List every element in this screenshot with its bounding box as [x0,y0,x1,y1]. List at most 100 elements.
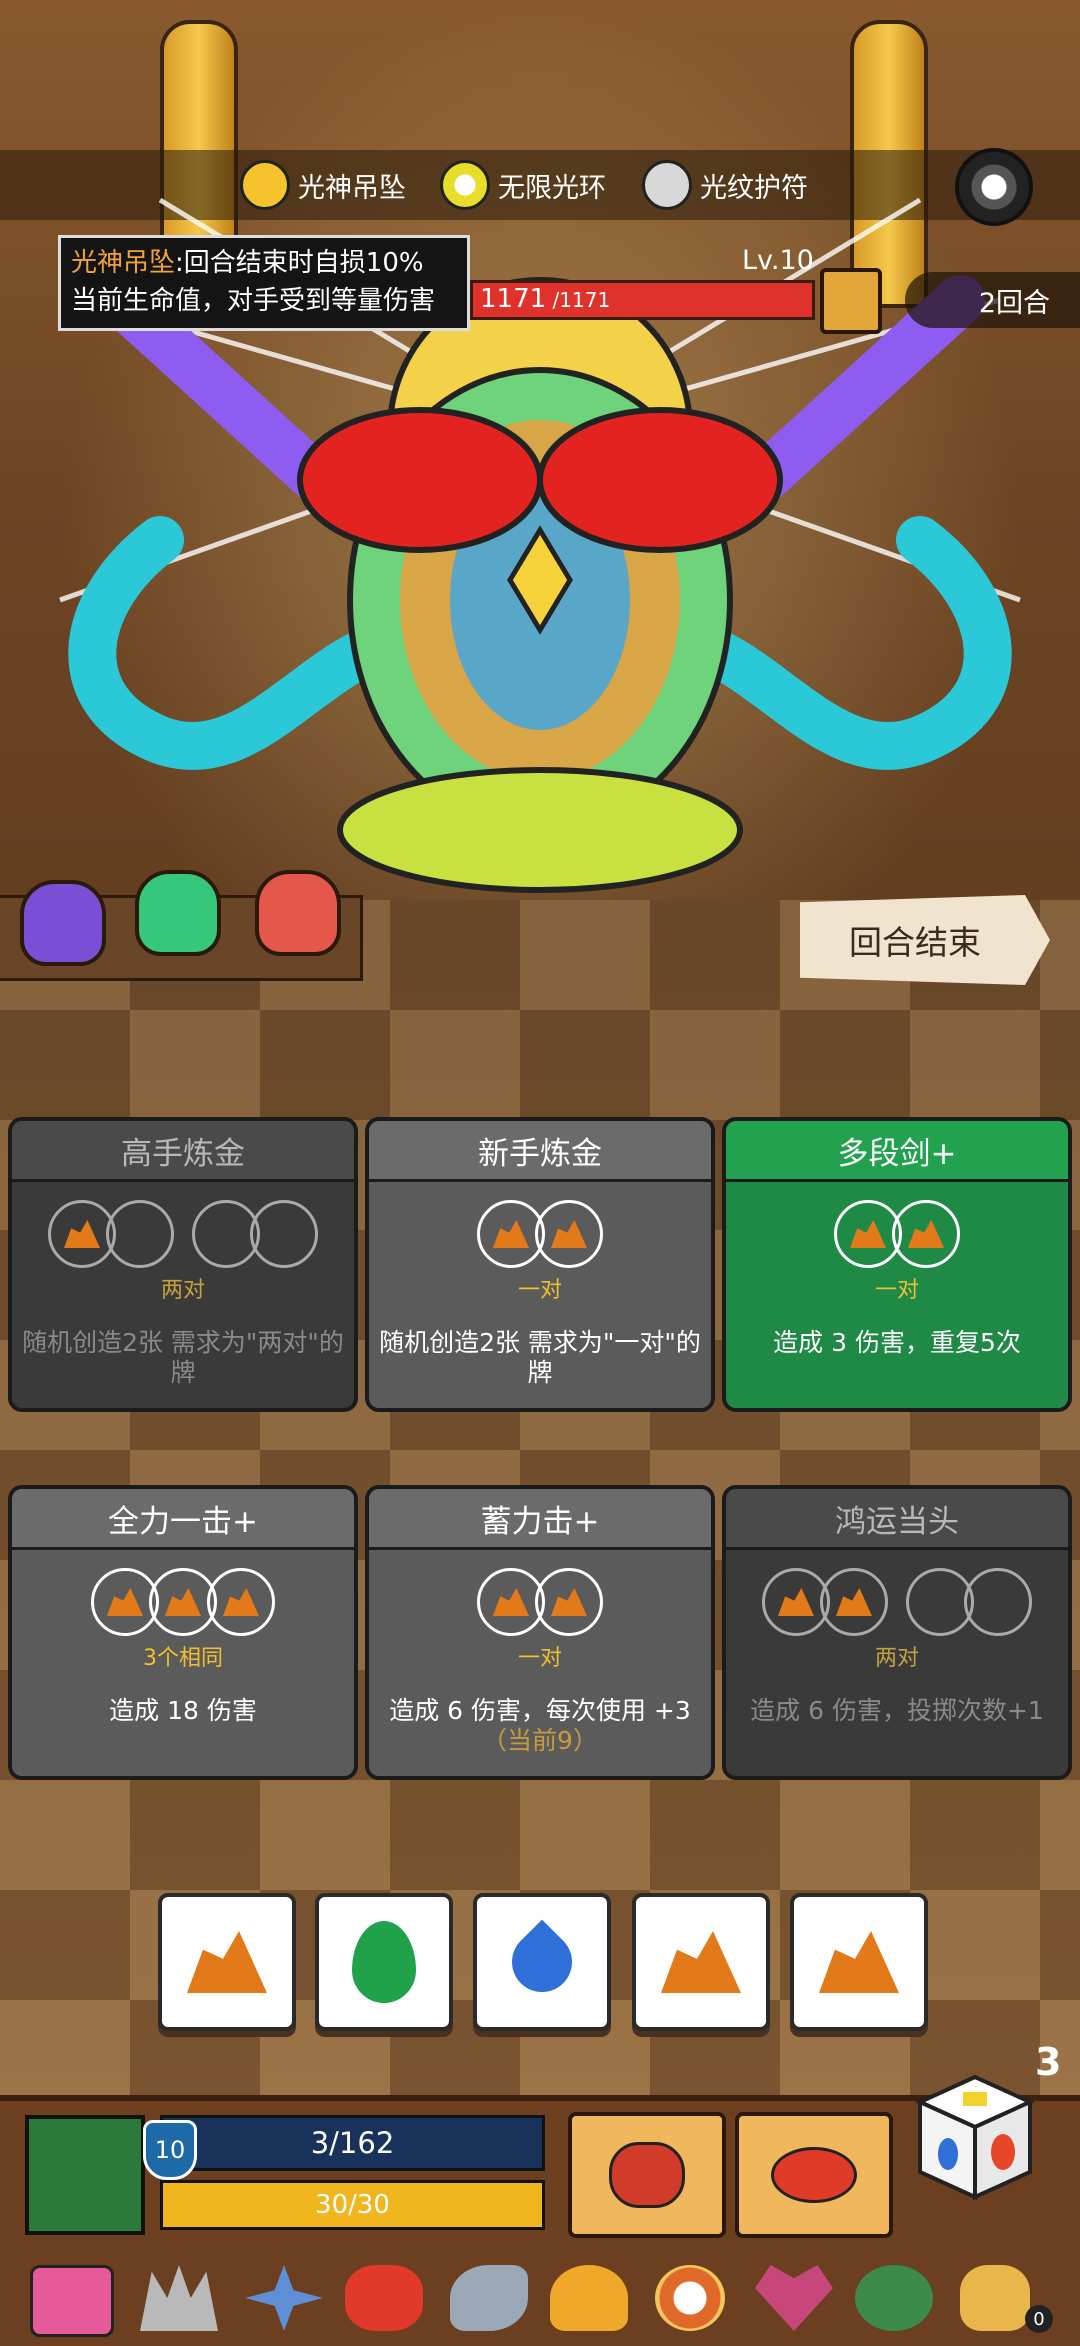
card-title: 全力一击+ [12,1489,354,1550]
card-multi-sword[interactable]: 多段剑+ 一对 造成 3 伤害，重复5次 [722,1117,1072,1412]
card-description-text: 造成 6 伤害，每次使用 +3 [389,1696,691,1725]
horn-icon[interactable] [450,2265,528,2331]
card-description: 造成 18 伤害 [109,1696,257,1725]
heart-chest-icon[interactable] [30,2265,114,2337]
card-title: 高手炼金 [12,1121,354,1182]
player-level-shield-icon: 10 [143,2120,197,2180]
card-master-alchemy[interactable]: 高手炼金 两对 随机创造2张 需求为"两对"的牌 [8,1117,358,1412]
rolls-remaining: 3 [1035,2040,1062,2084]
card-novice-alchemy[interactable]: 新手炼金 一对 随机创造2张 需求为"一对"的牌 [365,1117,715,1412]
end-turn-label: 回合结束 [849,923,981,962]
card-title: 多段剑+ [726,1121,1068,1182]
card-description: 造成 3 伤害，重复5次 [773,1328,1021,1357]
leaf-icon [352,1921,416,2003]
rock-icon [64,1220,100,1248]
card-title: 新手炼金 [369,1121,711,1182]
card-description: 造成 6 伤害，每次使用 +3（当前9） [369,1696,711,1756]
rock-icon [187,1931,267,1993]
dragon-icon[interactable] [345,2265,423,2331]
card-full-strike[interactable]: 全力一击+ 3个相同 造成 18 伤害 [8,1485,358,1780]
dice-slots [726,1200,1068,1270]
card-description: 随机创造2张 需求为"一对"的牌 [379,1328,701,1387]
dice-slots [726,1568,1068,1638]
dice-slot [250,1200,318,1268]
rock-icon [551,1220,587,1248]
rock-icon [850,1220,886,1248]
card-requirement: 一对 [517,1646,562,1671]
die-rock[interactable] [158,1893,296,2031]
water-drop-icon [499,1919,585,2005]
coin-count-badge: 0 [1025,2305,1053,2333]
rock-icon [908,1220,944,1248]
rock-icon [551,1588,587,1616]
card-good-luck[interactable]: 鸿运当头 两对 造成 6 伤害，投掷次数+1 [722,1485,1072,1780]
rock-icon [493,1588,529,1616]
enemy-hp-max: /1171 [546,288,611,312]
dice-slot [106,1200,174,1268]
card-requirement: 两对 [160,1278,205,1303]
die-leaf[interactable] [315,1893,453,2031]
crown-icon[interactable] [140,2265,218,2331]
rock-icon [819,1931,899,1993]
card-charge-strike[interactable]: 蓄力击+ 一对 造成 6 伤害，每次使用 +3（当前9） [365,1485,715,1780]
rock-icon [836,1588,872,1616]
green-potion-icon[interactable] [135,870,221,956]
experience-text: 3/162 [310,2126,395,2160]
card-description: 造成 6 伤害，投掷次数+1 [750,1696,1044,1725]
inspect-magnifier-icon[interactable] [820,268,882,334]
dice-slot [892,1200,960,1268]
dice-slots [369,1568,711,1638]
purple-potion-icon[interactable] [20,880,106,966]
player-avatar[interactable] [25,2115,145,2235]
card-requirement: 3个相同 [143,1646,223,1671]
tooltip-line2: 当前生命值，对手受到等量伤害 [71,286,436,316]
fire-burst-icon [771,2147,857,2203]
red-potion-icon[interactable] [255,870,341,956]
dice-slot [207,1568,275,1636]
die-rock[interactable] [790,1893,928,2031]
enemy-hp-text: 1171 /1171 [480,284,610,314]
turtle-shell-icon[interactable] [855,2265,933,2331]
dice-slots [12,1568,354,1638]
flame-pot-icon[interactable] [550,2265,628,2331]
card-title: 鸿运当头 [726,1489,1068,1550]
buff-tooltip: 光神吊坠:回合结束时自损10% 当前生命值，对手受到等量伤害 [58,235,470,331]
player-hp-bar: 30/30 [160,2180,545,2230]
dice-slot [535,1568,603,1636]
roll-dice-button[interactable] [915,2072,1035,2202]
card-description: 随机创造2张 需求为"两对"的牌 [22,1328,344,1387]
rock-icon [165,1588,201,1616]
end-turn-button[interactable]: 回合结束 [800,895,1050,985]
card-title: 蓄力击+ [369,1489,711,1550]
player-level: 10 [154,2136,186,2164]
card-current-value: （当前9） [482,1726,598,1755]
round-counter: 2回合 [905,272,1080,328]
fist-icon [609,2142,685,2208]
experience-bar: 3/162 [160,2115,545,2171]
coin-bag-icon[interactable] [960,2265,1030,2331]
rock-icon [493,1220,529,1248]
dice-slot [820,1568,888,1636]
enemy-level: Lv.10 [742,245,814,276]
card-requirement: 一对 [874,1278,919,1303]
die-water[interactable] [473,1893,611,2031]
rock-icon [661,1931,741,1993]
tooltip-buff-name: 光神吊坠 [71,248,176,278]
skill-spiked-fist[interactable] [568,2112,726,2238]
dice-slots [369,1200,711,1270]
player-hp-text: 30/30 [315,2190,390,2220]
rock-icon [107,1588,143,1616]
round-counter-label: 2回合 [978,287,1050,319]
ring-icon[interactable] [655,2265,725,2331]
enemy-hp-current: 1171 [480,284,547,314]
rock-icon [778,1588,814,1616]
dice-slot [535,1200,603,1268]
card-requirement: 两对 [874,1646,919,1671]
skill-fire-burst[interactable] [735,2112,893,2238]
dice-slot [964,1568,1032,1636]
dice-slots [12,1200,354,1270]
die-rock[interactable] [632,1893,770,2031]
card-requirement: 一对 [517,1278,562,1303]
rock-icon [223,1588,259,1616]
tooltip-line1: :回合结束时自损10% [175,248,424,278]
